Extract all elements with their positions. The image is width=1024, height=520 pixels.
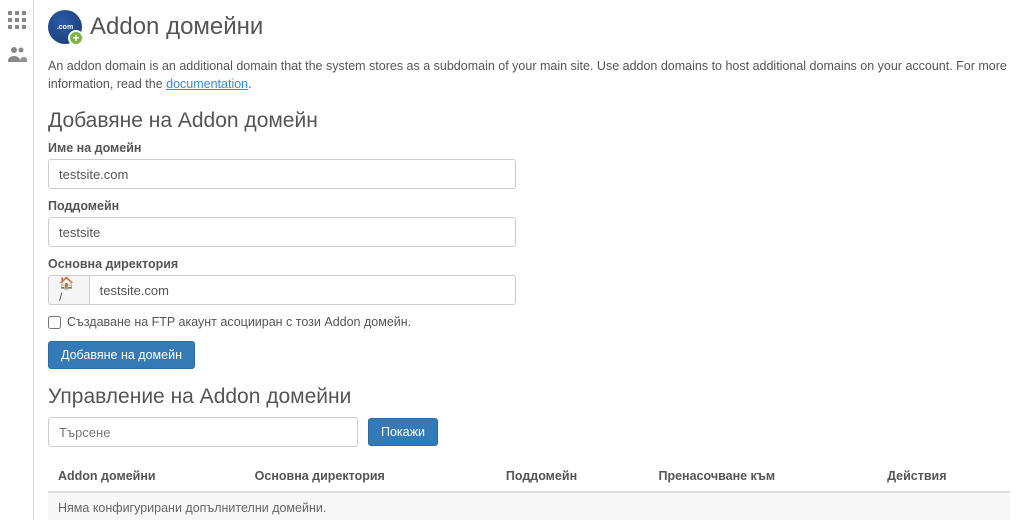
add-domain-button[interactable]: Добавяне на домейн — [48, 341, 195, 369]
main-content: .com + Addon домейни An addon domain is … — [34, 0, 1024, 520]
table-header-row: Addon домейни Основна директория Поддоме… — [48, 461, 1010, 492]
col-subdomain[interactable]: Поддомейн — [496, 461, 649, 492]
page-title: Addon домейни — [90, 13, 263, 41]
manage-section-title: Управление на Addon домейни — [48, 385, 1010, 409]
addon-domain-icon: .com + — [48, 10, 82, 44]
col-redirects-to[interactable]: Пренасочване към — [648, 461, 877, 492]
document-root-label: Основна директория — [48, 257, 516, 271]
home-icon: 🏠 / — [48, 275, 89, 305]
show-button[interactable]: Покажи — [368, 418, 438, 446]
subdomain-input[interactable] — [48, 217, 516, 247]
ftp-checkbox[interactable] — [48, 316, 61, 329]
document-root-input[interactable] — [89, 275, 516, 305]
domain-name-input[interactable] — [48, 159, 516, 189]
documentation-link[interactable]: documentation — [166, 77, 248, 91]
sidebar — [0, 0, 34, 520]
plus-icon: + — [68, 30, 84, 46]
col-document-root[interactable]: Основна директория — [245, 461, 496, 492]
subdomain-label: Поддомейн — [48, 199, 516, 213]
domain-name-label: Име на домейн — [48, 141, 516, 155]
page-description: An addon domain is an additional domain … — [48, 58, 1010, 93]
empty-row: Няма конфигурирани допълнителни домейни. — [48, 492, 1010, 520]
users-icon[interactable] — [5, 42, 29, 66]
search-input[interactable] — [48, 417, 358, 447]
col-addon-domains[interactable]: Addon домейни — [48, 461, 245, 492]
col-actions: Действия — [877, 461, 1010, 492]
add-domain-form: Име на домейн Поддомейн Основна директор… — [48, 141, 516, 369]
search-row: Покажи — [48, 417, 1010, 447]
add-section-title: Добавяне на Addon домейн — [48, 109, 1010, 133]
domains-table: Addon домейни Основна директория Поддоме… — [48, 461, 1010, 520]
apps-icon[interactable] — [5, 8, 29, 32]
empty-message: Няма конфигурирани допълнителни домейни. — [48, 492, 1010, 520]
ftp-checkbox-label[interactable]: Създаване на FTP акаунт асоцииран с този… — [67, 315, 411, 329]
page-header: .com + Addon домейни — [48, 0, 1010, 48]
